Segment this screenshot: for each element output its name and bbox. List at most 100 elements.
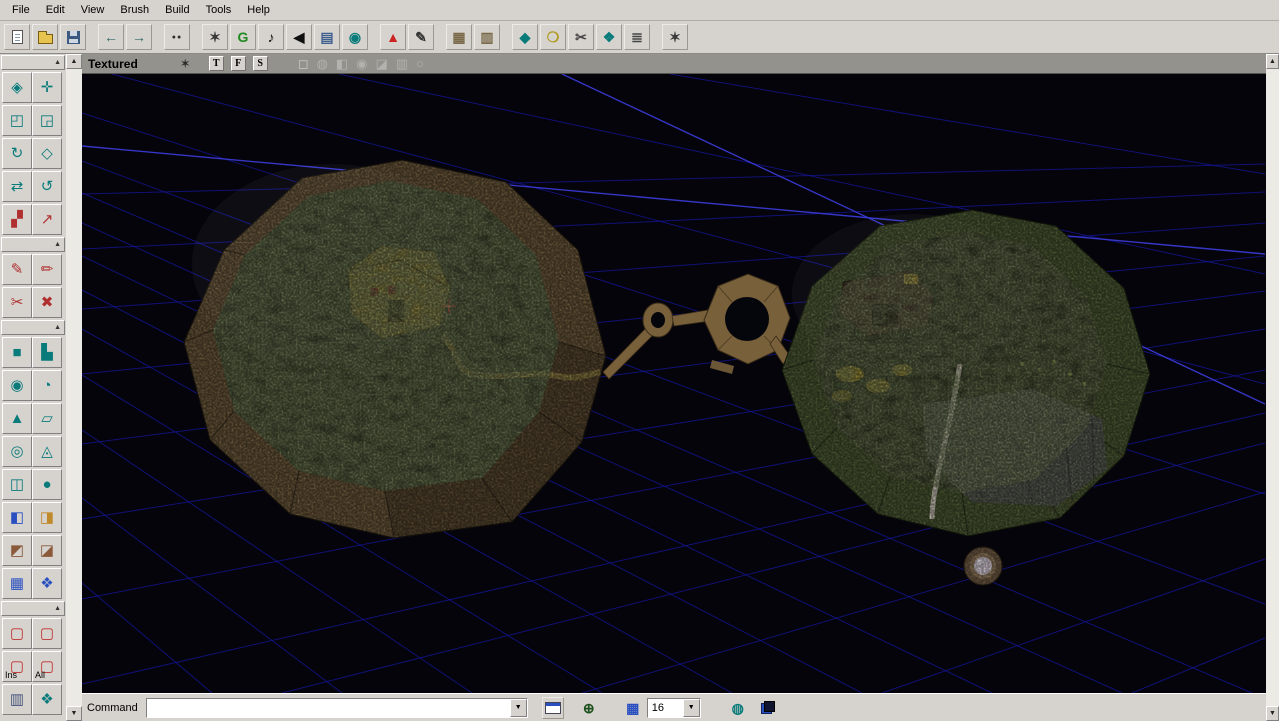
rotation-grid-toggle-button[interactable]: ◍: [727, 697, 749, 719]
group-browser-button[interactable]: G: [230, 24, 256, 50]
mirror-brush-tool[interactable]: ◫: [2, 469, 32, 500]
toolbox-group-header-modes[interactable]: ▲: [1, 55, 65, 70]
add-special-brush-toolbar-button[interactable]: ▲: [380, 24, 406, 50]
grid-size-select[interactable]: 16 ▼: [647, 698, 701, 718]
view-front-button[interactable]: F: [231, 56, 246, 71]
view-side-button[interactable]: S: [253, 56, 268, 71]
actor-browser-toolbox-button[interactable]: ❖: [32, 684, 62, 715]
2d-shape-editor-button[interactable]: ✎: [408, 24, 434, 50]
command-dropdown-button[interactable]: ▼: [510, 699, 527, 717]
build-lighting-button[interactable]: ❍: [540, 24, 566, 50]
window-right-scrollbar[interactable]: ▲ ▼: [1266, 54, 1279, 721]
sheet-stack-icon[interactable]: ▥: [396, 57, 408, 70]
view-top-button[interactable]: T: [209, 56, 224, 71]
menu-help[interactable]: Help: [239, 0, 278, 21]
3d-viewport-canvas[interactable]: [82, 74, 1266, 693]
search-actors-button[interactable]: ●●: [164, 24, 190, 50]
sphere-brush-tool[interactable]: ●: [32, 469, 62, 500]
deintersect-brush-button[interactable]: ◪: [32, 535, 62, 566]
select-all-button[interactable]: ▢All: [32, 651, 62, 682]
tool-glyph-icon: ◉: [10, 378, 23, 393]
shadow-cube-icon[interactable]: ◪: [375, 57, 387, 70]
spiral-staircase-tool[interactable]: ◉: [2, 370, 32, 401]
music-browser-button[interactable]: ♪: [258, 24, 284, 50]
show-selected-only-button[interactable]: ▢: [2, 618, 32, 649]
select-inside-button[interactable]: ▢Ins: [2, 651, 32, 682]
add-special-brush-button[interactable]: ▦: [2, 568, 32, 599]
brush-sheer-tool[interactable]: ↗: [32, 204, 62, 235]
cube-brush-tool[interactable]: ■: [2, 337, 32, 368]
split-selected-tool[interactable]: ✖: [32, 287, 62, 318]
rotate-brush-tool[interactable]: ↻: [2, 138, 32, 169]
actor-class-browser-button[interactable]: ✶: [202, 24, 228, 50]
move-actors-tool[interactable]: ✛: [32, 72, 62, 103]
new-map-button[interactable]: [4, 24, 30, 50]
undo-button[interactable]: ←: [98, 24, 124, 50]
sheet-brush-tool[interactable]: ▱: [32, 403, 62, 434]
redo-button[interactable]: →: [126, 24, 152, 50]
scroll-down-button[interactable]: ▼: [1266, 706, 1279, 721]
cylinder-brush-tool[interactable]: ◎: [2, 436, 32, 467]
scale-brush-tool[interactable]: ◰: [2, 105, 32, 136]
menu-tools[interactable]: Tools: [198, 0, 240, 21]
grid-size-dropdown-button[interactable]: ▼: [683, 699, 700, 717]
grid-sphere-icon[interactable]: ◍: [317, 57, 328, 70]
curved-staircase-tool[interactable]: ◔: [32, 370, 62, 401]
camera-movement-tool[interactable]: ◈: [2, 72, 32, 103]
edit-clip-marker-tool[interactable]: ✏: [32, 254, 62, 285]
linear-staircase-tool[interactable]: ▙: [32, 337, 62, 368]
texture-rotate-tool[interactable]: ↺: [32, 171, 62, 202]
cone-brush-tool[interactable]: ▲: [2, 403, 32, 434]
command-input[interactable]: [147, 699, 510, 717]
ring-icon[interactable]: ○: [416, 57, 424, 70]
solid-cube-icon[interactable]: ◧: [336, 57, 348, 70]
menu-file[interactable]: File: [4, 0, 38, 21]
tetrahedron-brush-tool[interactable]: ◬: [32, 436, 62, 467]
wire-cube-icon[interactable]: ◻: [298, 57, 309, 70]
texture-pan-tool[interactable]: ⇄: [2, 171, 32, 202]
texture-cube-icon[interactable]: ◉: [356, 57, 367, 70]
scale-actor-tool[interactable]: ◲: [32, 105, 62, 136]
mesh-browser-button[interactable]: ◉: [342, 24, 368, 50]
subtract-brush-button[interactable]: ◨: [32, 502, 62, 533]
actor-jack-icon[interactable]: ✶: [180, 56, 191, 72]
toolbox-group-header-misc[interactable]: ▲: [1, 601, 65, 616]
scroll-up-button[interactable]: ▲: [66, 54, 82, 69]
scroll-up-button[interactable]: ▲: [1266, 54, 1279, 69]
menu-brush[interactable]: Brush: [112, 0, 157, 21]
maximize-viewport-button[interactable]: ⊕: [578, 697, 600, 719]
menu-edit[interactable]: Edit: [38, 0, 73, 21]
build-paths-button[interactable]: ✂: [568, 24, 594, 50]
build-bsp-button[interactable]: ❖: [596, 24, 622, 50]
texture-lock-button[interactable]: [757, 697, 779, 719]
scroll-down-button[interactable]: ▼: [66, 706, 82, 721]
menu-view[interactable]: View: [73, 0, 113, 21]
tool-glyph-icon: ◰: [10, 113, 24, 128]
build-all-button[interactable]: ▥: [474, 24, 500, 50]
clip-selected-tool[interactable]: ✂: [2, 287, 32, 318]
intersect-brush-button[interactable]: ◩: [2, 535, 32, 566]
add-mover-brush-button[interactable]: ❖: [32, 568, 62, 599]
hide-selected-button[interactable]: ▢: [32, 618, 62, 649]
build-geometry-button[interactable]: ▦: [446, 24, 472, 50]
add-brush-button[interactable]: ◧: [2, 502, 32, 533]
log-window-toolbox-button[interactable]: ▥: [2, 684, 32, 715]
build-options-button[interactable]: ≣: [624, 24, 650, 50]
save-map-button[interactable]: [60, 24, 86, 50]
log-window-button[interactable]: [542, 697, 564, 719]
vertex-editing-tool[interactable]: ◇: [32, 138, 62, 169]
add-clip-marker-tool[interactable]: ✎: [2, 254, 32, 285]
toolbox-group-header-clip[interactable]: ▲: [1, 237, 65, 252]
drag-grid-toggle-button[interactable]: ▦: [622, 697, 644, 719]
toolbox-scrollbar[interactable]: ▲ ▼: [66, 54, 82, 721]
play-map-button[interactable]: ✶: [662, 24, 688, 50]
brush-clip-mode-tool[interactable]: ▞: [2, 204, 32, 235]
open-map-button[interactable]: [32, 24, 58, 50]
vertex-snap-button[interactable]: ◆: [512, 24, 538, 50]
menu-build[interactable]: Build: [157, 0, 197, 21]
sound-browser-button[interactable]: ◀: [286, 24, 312, 50]
tools-toolbar-group: ◆❍✂❖≣: [512, 24, 650, 50]
viewport-header[interactable]: Textured ✶ T F S ◻◍◧◉◪▥○: [82, 54, 1266, 74]
toolbox-group-header-primitives[interactable]: ▲: [1, 320, 65, 335]
texture-browser-button[interactable]: ▤: [314, 24, 340, 50]
